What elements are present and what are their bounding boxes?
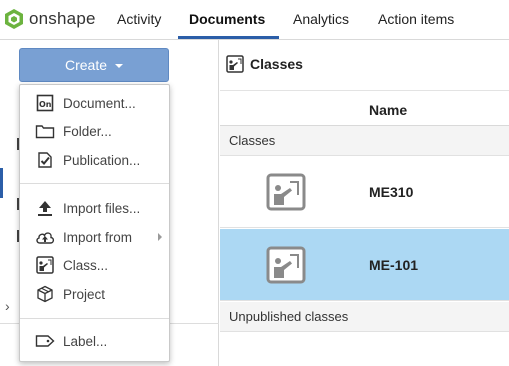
menu-item-label: Project bbox=[63, 286, 106, 302]
menu-item-import-files[interactable]: Import files... bbox=[20, 195, 169, 221]
menu-item-class[interactable]: Class... bbox=[20, 252, 169, 278]
onshape-logo-icon bbox=[5, 9, 23, 29]
menu-item-folder[interactable]: Folder... bbox=[20, 118, 169, 144]
project-box-icon bbox=[35, 284, 55, 304]
menu-item-import-from[interactable]: Import from bbox=[20, 224, 169, 250]
page-title-text: Classes bbox=[250, 56, 303, 72]
table-row-selected[interactable]: ME-101 bbox=[220, 229, 509, 301]
document-name: ME-101 bbox=[369, 257, 419, 273]
menu-separator bbox=[20, 318, 169, 319]
document-name: ME310 bbox=[369, 184, 414, 200]
column-header-name[interactable]: Name bbox=[369, 102, 407, 118]
publication-icon bbox=[35, 150, 55, 170]
active-tab-indicator bbox=[178, 36, 279, 39]
menu-item-label: Import files... bbox=[63, 200, 141, 216]
upload-icon bbox=[35, 198, 55, 218]
table-header: Name bbox=[220, 90, 509, 126]
group-header-unpublished-classes: Unpublished classes bbox=[220, 302, 509, 332]
menu-item-label: Label... bbox=[63, 333, 108, 349]
menu-item-label: Publication... bbox=[63, 152, 141, 168]
label-tag-icon bbox=[35, 331, 55, 351]
tab-documents[interactable]: Documents bbox=[189, 11, 265, 27]
menu-item-project[interactable]: Project bbox=[20, 281, 169, 307]
menu-item-document[interactable]: On Document... bbox=[20, 90, 169, 116]
menu-separator bbox=[20, 183, 169, 184]
class-icon bbox=[226, 55, 244, 73]
top-navigation-bar: onshape Activity Documents Analytics Act… bbox=[0, 0, 509, 40]
create-button[interactable]: Create bbox=[19, 48, 169, 82]
logo-text: onshape bbox=[29, 9, 96, 28]
menu-item-publication[interactable]: Publication... bbox=[20, 147, 169, 173]
class-icon bbox=[266, 173, 306, 211]
menu-item-label: Class... bbox=[63, 257, 109, 273]
group-header-classes: Classes bbox=[220, 126, 509, 156]
expand-chevron-icon[interactable]: › bbox=[5, 298, 10, 314]
tab-analytics[interactable]: Analytics bbox=[293, 11, 349, 27]
folder-icon bbox=[35, 121, 55, 141]
create-dropdown-menu: On Document... Folder... Publication... bbox=[19, 84, 170, 362]
selected-nav-indicator bbox=[0, 168, 3, 198]
table-row[interactable]: ME310 bbox=[220, 156, 509, 228]
onshape-logo[interactable]: onshape bbox=[4, 8, 96, 30]
caret-down-icon bbox=[115, 64, 124, 68]
tab-activity[interactable]: Activity bbox=[117, 11, 161, 27]
cloud-upload-icon bbox=[35, 227, 55, 247]
menu-item-label: Document... bbox=[63, 95, 136, 111]
onshape-document-icon: On bbox=[35, 93, 55, 113]
class-icon bbox=[35, 255, 55, 275]
menu-item-label: Folder... bbox=[63, 123, 112, 139]
tab-action-items[interactable]: Action items bbox=[378, 11, 454, 27]
page-title: Classes bbox=[226, 55, 303, 73]
documents-table: Name Classes ME310 ME-101 Unpublished cl… bbox=[220, 90, 509, 366]
menu-item-label: Import from bbox=[63, 229, 133, 245]
menu-item-label-tag[interactable]: Label... bbox=[20, 328, 169, 354]
create-button-label: Create bbox=[64, 57, 108, 73]
submenu-arrow-icon bbox=[158, 233, 162, 241]
svg-text:On: On bbox=[39, 100, 52, 109]
class-icon bbox=[266, 246, 306, 284]
